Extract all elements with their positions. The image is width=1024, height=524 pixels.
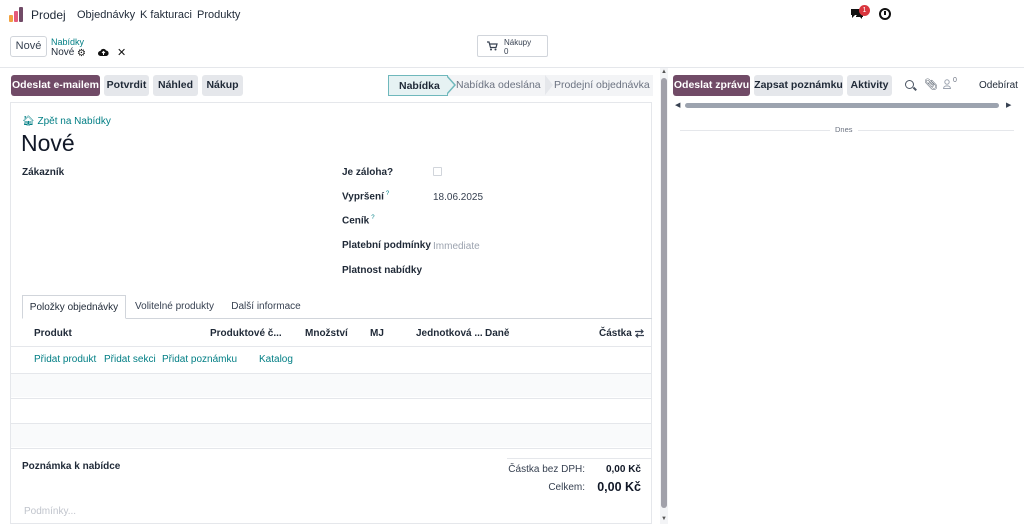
tab-optional-products[interactable]: Volitelné produkty [128,295,221,319]
pricelist-label-wrap: Ceník? [342,215,375,226]
search-icon[interactable] [905,80,914,89]
followers-count: 0 [953,77,957,84]
quotation-validity-label: Platnost nabídky [342,265,423,276]
cloud-save-icon[interactable] [98,48,109,57]
form-vertical-scrollbar[interactable]: ▲ ▼ [660,68,668,524]
gear-icon[interactable]: ⚙ [77,48,86,59]
total-label: Celkem: [548,482,585,493]
column-amount[interactable]: Částka [599,328,632,339]
sales-app-icon[interactable] [9,7,25,22]
chatter-horizontal-scrollbar[interactable] [685,103,999,108]
column-uom[interactable]: MJ [370,328,384,339]
untaxed-amount-value: 0,00 Kč [605,464,641,475]
catalog-link[interactable]: Katalog [259,354,293,365]
send-message-button[interactable]: Odeslat zprávu [673,75,750,96]
pricelist-field[interactable] [433,216,633,228]
purchases-count: 0 [504,47,509,56]
column-unit-price[interactable]: Jednotková ... [416,328,483,339]
expiration-label-wrap: Vypršení? [342,191,389,202]
customer-field[interactable] [22,180,322,194]
customer-label: Zákazník [22,167,65,178]
top-navbar: Prodej Objednávky K fakturaci Produkty 1 [0,0,1024,30]
untaxed-amount-label: Částka bez DPH: [508,464,585,475]
total-value: 0,00 Kč [597,480,641,494]
attachment-paperclip-icon[interactable]: 📎︎ [924,78,938,91]
tab-other-info[interactable]: Další informace [223,295,309,319]
table-header-divider [11,346,651,347]
expiration-label: Vypršení [342,191,384,203]
is-downpayment-checkbox[interactable] [433,167,442,176]
add-note-link[interactable]: Přidat poznámku [162,354,237,365]
discard-close-icon[interactable]: ✕ [117,46,126,59]
add-section-link[interactable]: Přidat sekci [104,354,156,365]
send-email-button[interactable]: Odeslat e-mailem [11,75,100,96]
activities-button[interactable]: Aktivity [847,75,892,96]
column-quantity[interactable]: Množství [305,328,348,339]
quotation-note-label: Poznámka k nabídce [22,461,121,472]
terms-note-field[interactable]: Podmínky... [24,506,76,517]
purchases-smart-button[interactable]: Nákupy 0 [477,35,548,57]
stage-quotation-sent[interactable]: Nabídka odeslána [447,75,547,96]
messages-badge: 1 [859,5,870,16]
quotation-validity-field[interactable] [433,266,633,278]
pricelist-label: Ceník [342,215,370,227]
scroll-down-arrow-icon[interactable]: ▼ [661,516,667,522]
column-product[interactable]: Produkt [34,328,72,339]
optional-columns-toggle-icon[interactable] [634,329,645,338]
scroll-up-arrow-icon[interactable]: ▲ [661,69,667,75]
scrollbar-thumb[interactable] [661,78,667,508]
scroll-left-arrow-icon[interactable]: ◀ [675,101,680,109]
menu-products[interactable]: Produkty [197,9,240,21]
breadcrumb-parent[interactable]: Nabídky [51,37,84,47]
stage-arrow-fill [446,76,454,94]
confirm-button[interactable]: Potvrdit [104,75,149,96]
stage-separator [545,75,553,95]
breadcrumb-current: Nové [51,47,75,58]
scroll-right-arrow-icon[interactable]: ▶ [1006,101,1011,109]
follow-button[interactable]: Odebírat [979,80,1018,91]
pricelist-help-icon[interactable]: ? [371,215,374,221]
is-downpayment-label: Je záloha? [342,167,394,178]
table-row [11,374,651,397]
expiration-help-icon[interactable]: ? [386,191,389,197]
record-title: Nové [21,130,75,156]
table-row-divider [11,448,651,449]
chatter-panel [668,68,1024,524]
app-name[interactable]: Prodej [31,8,66,22]
payment-terms-label: Platební podmínky [342,240,431,251]
purchases-label: Nákupy [504,38,532,47]
table-row [11,424,651,447]
cart-icon [487,41,498,51]
new-button[interactable]: Nové [10,36,47,57]
menu-orders[interactable]: Objednávky [77,9,135,21]
column-product-code[interactable]: Produktové č... [210,328,282,339]
purchase-button[interactable]: Nákup [202,75,243,96]
stage-sales-order[interactable]: Prodejní objednávka [545,75,653,96]
expiration-field[interactable]: 18.06.2025 [433,192,483,203]
activity-clock-icon[interactable] [879,8,891,20]
back-link-label: Zpět na Nabídky [37,116,111,127]
column-taxes[interactable]: Daně [485,328,509,339]
menu-to-invoice[interactable]: K fakturaci [140,9,192,21]
followers-user-icon[interactable] [943,79,951,89]
stage-quotation-active[interactable]: Nabídka [388,75,448,96]
log-note-button[interactable]: Zapsat poznámku [754,75,843,96]
table-row [11,399,651,422]
totals-divider [507,458,652,459]
payment-terms-field[interactable]: Immediate [433,241,480,252]
back-link[interactable]: 🏠︎ Zpět na Nabídky [22,116,111,127]
add-product-link[interactable]: Přidat produkt [34,354,96,365]
today-label: Dnes [830,125,858,134]
tab-order-lines[interactable]: Položky objednávky [22,295,126,319]
home-icon: 🏠︎ [22,116,35,127]
preview-button[interactable]: Náhled [153,75,198,96]
